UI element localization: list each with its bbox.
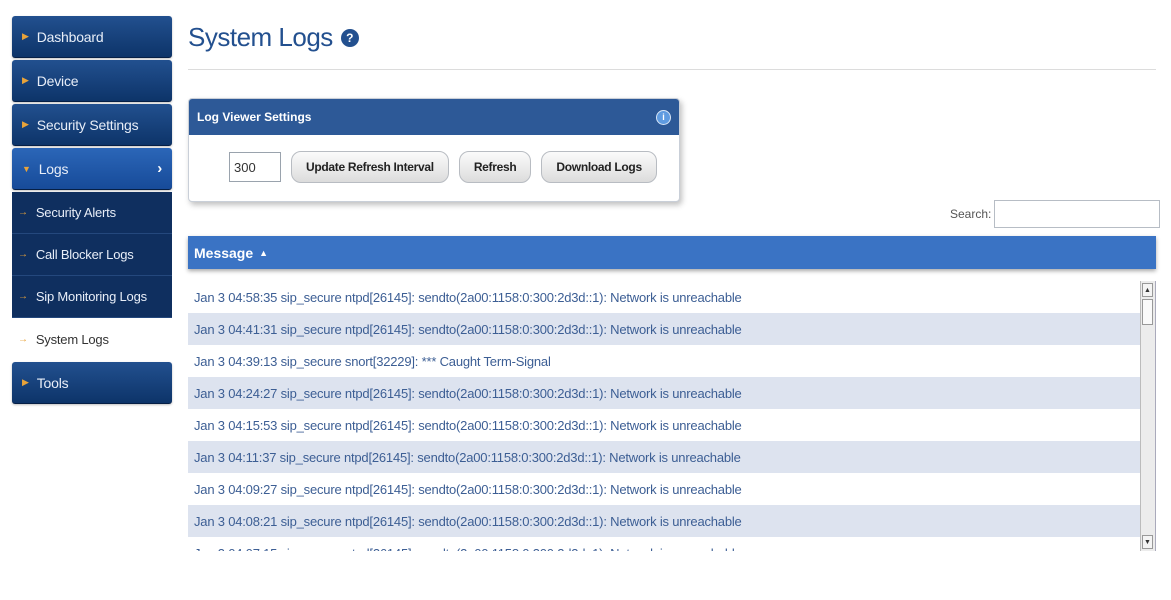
table-row: Jan 3 04:15:53 sip_secure ntpd[26145]: s… [194,417,742,433]
message-column-header[interactable]: Message ▲ [188,236,1156,269]
scrollbar-thumb[interactable] [1142,299,1153,325]
search-bar: Search: [950,200,1161,228]
sidebar-subitem-label: Sip Monitoring Logs [35,289,147,304]
caret-right-icon: ▶ [22,119,29,129]
table-row: Jan 3 04:58:35 sip_secure ntpd[26145]: s… [194,289,742,305]
help-icon[interactable]: ? [340,28,359,47]
chevron-right-icon: › [157,160,162,177]
sidebar-item-label: Tools [36,374,69,391]
sidebar-subitem-label: Call Blocker Logs [35,247,134,262]
refresh-button[interactable]: Refresh [458,151,532,183]
table-row: Jan 3 04:39:13 sip_secure snort[32229]: … [194,353,551,369]
scroll-up-icon[interactable]: ▲ [1142,283,1153,297]
settings-panel-body: Update Refresh Interval Refresh Download… [189,135,679,183]
arrow-right-icon: → [18,249,28,260]
table-row: Jan 3 04:41:31 sip_secure ntpd[26145]: s… [188,313,1155,345]
sidebar-item-tools[interactable]: ▶ Tools [12,362,172,404]
caret-right-icon: ▶ [22,75,29,85]
page-title: System Logs [188,22,333,52]
download-logs-button[interactable]: Download Logs [541,151,657,183]
table-row: Jan 3 04:09:27 sip_secure ntpd[26145]: s… [194,481,742,497]
arrow-right-icon: → [18,291,28,302]
table-row: Jan 3 04:11:37 sip_secure ntpd[26145]: s… [188,441,1155,473]
sidebar-subitem-label: System Logs [35,331,109,347]
vertical-scrollbar[interactable]: ▲ ▼ [1140,281,1155,551]
table-row: Jan 3 04:07:15 sip_secure ntpd[26145]: s… [188,537,1155,552]
sidebar-item-label: Device [36,72,79,89]
sidebar-item-label: Dashboard [36,28,104,45]
sidebar-subitem-label: Security Alerts [35,205,116,220]
sidebar-item-device[interactable]: ▶ Device [12,60,172,102]
sidebar-item-label: Logs [38,160,69,177]
info-icon[interactable]: i [656,109,671,125]
sidebar-nav: ▶ Dashboard ▶ Device ▶ Security Settings… [12,16,172,406]
scroll-down-icon[interactable]: ▼ [1142,535,1153,549]
sidebar-subitem-security-alerts[interactable]: → Security Alerts [12,192,172,234]
sort-ascending-icon: ▲ [259,247,269,258]
caret-down-icon: ▼ [22,163,31,174]
page-header: System Logs ? [188,22,1156,70]
table-row: Jan 3 04:24:27 sip_secure ntpd[26145]: s… [188,377,1155,409]
sidebar-item-label: Security Settings [36,116,139,133]
sidebar-item-dashboard[interactable]: ▶ Dashboard [12,16,172,58]
arrow-right-icon: → [18,333,28,345]
settings-panel-title: Log Viewer Settings [197,110,312,124]
search-input[interactable] [994,200,1161,228]
log-table: Message ▲ Jan 3 04:58:35 sip_secure ntpd… [188,236,1156,551]
caret-right-icon: ▶ [22,31,29,41]
log-viewer-settings-panel: Log Viewer Settings i Update Refresh Int… [188,98,680,202]
log-table-body: Jan 3 04:58:35 sip_secure ntpd[26145]: s… [188,281,1156,551]
sidebar-subitem-sip-monitoring-logs[interactable]: → Sip Monitoring Logs [12,276,172,318]
table-row: Jan 3 04:08:21 sip_secure ntpd[26145]: s… [188,505,1155,537]
caret-right-icon: ▶ [22,377,29,387]
sidebar-item-security-settings[interactable]: ▶ Security Settings [12,104,172,146]
search-label: Search: [950,207,992,221]
settings-panel-header: Log Viewer Settings i [189,99,679,135]
sidebar-subitem-call-blocker-logs[interactable]: → Call Blocker Logs [12,234,172,276]
sidebar-item-logs[interactable]: ▼ Logs › [12,148,172,190]
refresh-interval-input[interactable] [229,152,281,182]
sidebar-subitem-system-logs[interactable]: → System Logs [12,318,172,360]
update-refresh-interval-button[interactable]: Update Refresh Interval [291,151,449,183]
column-header-label: Message [194,244,254,261]
arrow-right-icon: → [18,207,28,218]
